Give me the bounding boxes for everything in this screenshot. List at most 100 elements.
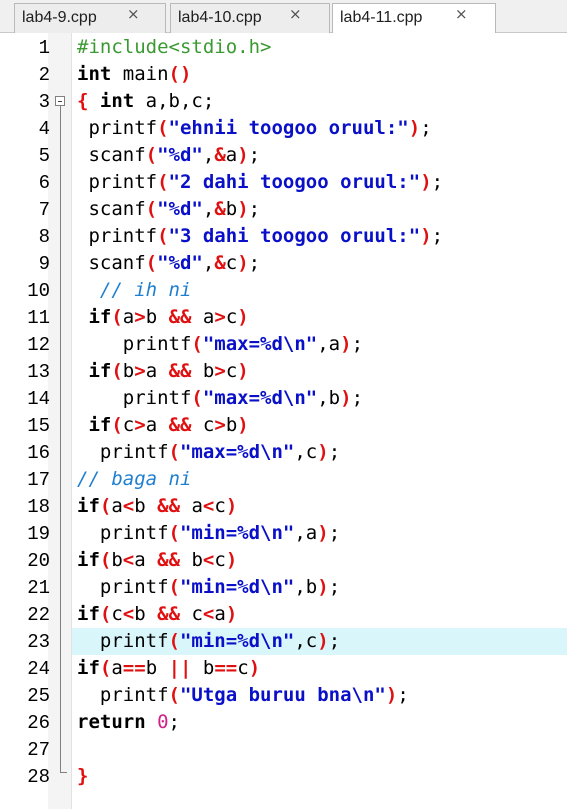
code-token: ,b bbox=[294, 576, 318, 598]
code-token: ) bbox=[237, 360, 249, 382]
line-number: 12 bbox=[27, 334, 50, 356]
code-text: scanf("%d",&a); bbox=[77, 144, 260, 166]
code-token: printf bbox=[77, 522, 169, 544]
code-line[interactable]: 16 printf("max=%d\n",c); bbox=[0, 439, 567, 466]
code-token: "max=%d\n" bbox=[179, 441, 295, 463]
code-token: ; bbox=[248, 198, 261, 220]
code-line[interactable]: 18 if(a<b && a<c) bbox=[0, 493, 567, 520]
code-token: ( bbox=[145, 252, 158, 274]
code-token: c bbox=[180, 603, 203, 625]
code-token: "min=%d\n" bbox=[179, 576, 295, 598]
code-token: ) bbox=[385, 684, 398, 706]
line-number: 16 bbox=[27, 442, 50, 464]
code-token: "ehnii toogoo oruul:" bbox=[168, 117, 409, 139]
code-token: if bbox=[88, 414, 112, 436]
code-line[interactable]: 15 if(c>a && c>b) bbox=[0, 412, 567, 439]
code-token: b bbox=[145, 657, 169, 679]
code-token: b bbox=[180, 549, 203, 571]
code-line[interactable]: 4 printf("ehnii toogoo oruul:"); bbox=[0, 115, 567, 142]
code-line[interactable]: 7 scanf("%d",&b); bbox=[0, 196, 567, 223]
code-text: if(a>b && a>c) bbox=[77, 306, 248, 328]
code-token: a bbox=[145, 414, 169, 436]
code-line[interactable]: 9 scanf("%d",&c); bbox=[0, 250, 567, 277]
code-line[interactable]: 17 // baga ni bbox=[0, 466, 567, 493]
code-line[interactable]: 3 { int a,b,c; bbox=[0, 88, 567, 115]
code-token: c bbox=[214, 549, 226, 571]
code-token: c bbox=[237, 657, 249, 679]
code-line[interactable]: 28} bbox=[0, 763, 567, 790]
line-number: 17 bbox=[27, 469, 50, 491]
code-token: && bbox=[168, 306, 192, 328]
fold-guide bbox=[60, 106, 61, 772]
code-token: ; bbox=[431, 171, 444, 193]
line-number: 22 bbox=[27, 604, 50, 626]
line-number: 11 bbox=[27, 307, 50, 329]
code-line[interactable]: 8 printf("3 dahi toogoo oruul:"); bbox=[0, 223, 567, 250]
line-number: 26 bbox=[27, 712, 50, 734]
code-token: ( bbox=[168, 441, 180, 463]
close-icon[interactable]: × bbox=[455, 5, 468, 23]
fold-collapse-icon[interactable] bbox=[55, 96, 65, 106]
code-token: ( bbox=[99, 603, 112, 625]
line-number: 21 bbox=[27, 577, 50, 599]
code-line[interactable]: 24 if(a==b || b==c) bbox=[0, 655, 567, 682]
code-line[interactable]: 23 printf("min=%d\n",c); bbox=[0, 628, 567, 655]
code-token: #include<stdio.h> bbox=[77, 36, 272, 58]
code-line[interactable]: 25 printf("Utga buruu bna\n"); bbox=[0, 682, 567, 709]
code-line[interactable]: 26 return 0; bbox=[0, 709, 567, 736]
code-token: , bbox=[202, 144, 215, 166]
code-token: "max=%d\n" bbox=[202, 333, 318, 355]
tab-lab4-10[interactable]: lab4-10.cpp × bbox=[170, 3, 330, 33]
code-line[interactable]: 6 printf("2 dahi toogoo oruul:"); bbox=[0, 169, 567, 196]
tab-bar: lab4-9.cpp × lab4-10.cpp × lab4-11.cpp × bbox=[0, 0, 567, 34]
code-line[interactable]: 10 // ih ni bbox=[0, 277, 567, 304]
code-line[interactable]: 5 scanf("%d",&a); bbox=[0, 142, 567, 169]
code-line[interactable]: 27 bbox=[0, 736, 567, 763]
line-number: 3 bbox=[38, 91, 50, 113]
code-token: ; bbox=[328, 630, 341, 652]
code-line[interactable]: 21 printf("min=%d\n",b); bbox=[0, 574, 567, 601]
line-number: 28 bbox=[27, 766, 50, 788]
close-icon[interactable]: × bbox=[289, 5, 302, 23]
code-token: "%d" bbox=[157, 198, 203, 220]
code-token: { bbox=[77, 90, 89, 112]
code-line[interactable]: 19 printf("min=%d\n",a); bbox=[0, 520, 567, 547]
code-token: b bbox=[225, 414, 238, 436]
close-icon[interactable]: × bbox=[127, 5, 140, 23]
tab-lab4-11[interactable]: lab4-11.cpp × bbox=[332, 3, 496, 34]
code-line[interactable]: 13 if(b>a && b>c) bbox=[0, 358, 567, 385]
code-token: "3 dahi toogoo oruul:" bbox=[168, 225, 421, 247]
code-token: < bbox=[122, 549, 135, 571]
code-line[interactable]: 14 printf("max=%d\n",b); bbox=[0, 385, 567, 412]
code-token: "%d" bbox=[157, 144, 203, 166]
code-token: a bbox=[111, 657, 123, 679]
code-text: return 0; bbox=[77, 711, 180, 733]
tab-label: lab4-10.cpp bbox=[178, 9, 262, 26]
code-token: () bbox=[168, 63, 192, 85]
code-line[interactable]: 12 printf("max=%d\n",a); bbox=[0, 331, 567, 358]
code-line[interactable]: 22 if(c<b && c<a) bbox=[0, 601, 567, 628]
code-text: if(b>a && b>c) bbox=[77, 360, 249, 382]
code-token: ( bbox=[99, 657, 112, 679]
code-token: ) bbox=[340, 333, 352, 355]
code-token: ( bbox=[145, 144, 158, 166]
code-token: int bbox=[99, 90, 135, 112]
code-token: < bbox=[202, 549, 215, 571]
code-token: ( bbox=[111, 360, 123, 382]
code-token: ) bbox=[317, 630, 329, 652]
code-editor[interactable]: 1 #include<stdio.h> 2 int main() 3{ int a,b,… bbox=[0, 33, 567, 809]
code-token: c bbox=[214, 495, 226, 517]
code-line[interactable]: 20 if(b<a && b<c) bbox=[0, 547, 567, 574]
code-line[interactable]: 1 #include<stdio.h> bbox=[0, 34, 567, 61]
tab-lab4-9[interactable]: lab4-9.cpp × bbox=[14, 3, 166, 33]
tab-label: lab4-9.cpp bbox=[22, 9, 97, 26]
code-line[interactable]: 2 int main() bbox=[0, 61, 567, 88]
code-token: printf bbox=[77, 387, 192, 409]
code-token: b bbox=[145, 306, 169, 328]
code-token: a bbox=[225, 144, 238, 166]
code-text: printf("max=%d\n",c); bbox=[77, 441, 340, 463]
code-line[interactable]: 11 if(a>b && a>c) bbox=[0, 304, 567, 331]
code-token: a,b,c; bbox=[134, 90, 215, 112]
code-token: ) bbox=[317, 522, 329, 544]
